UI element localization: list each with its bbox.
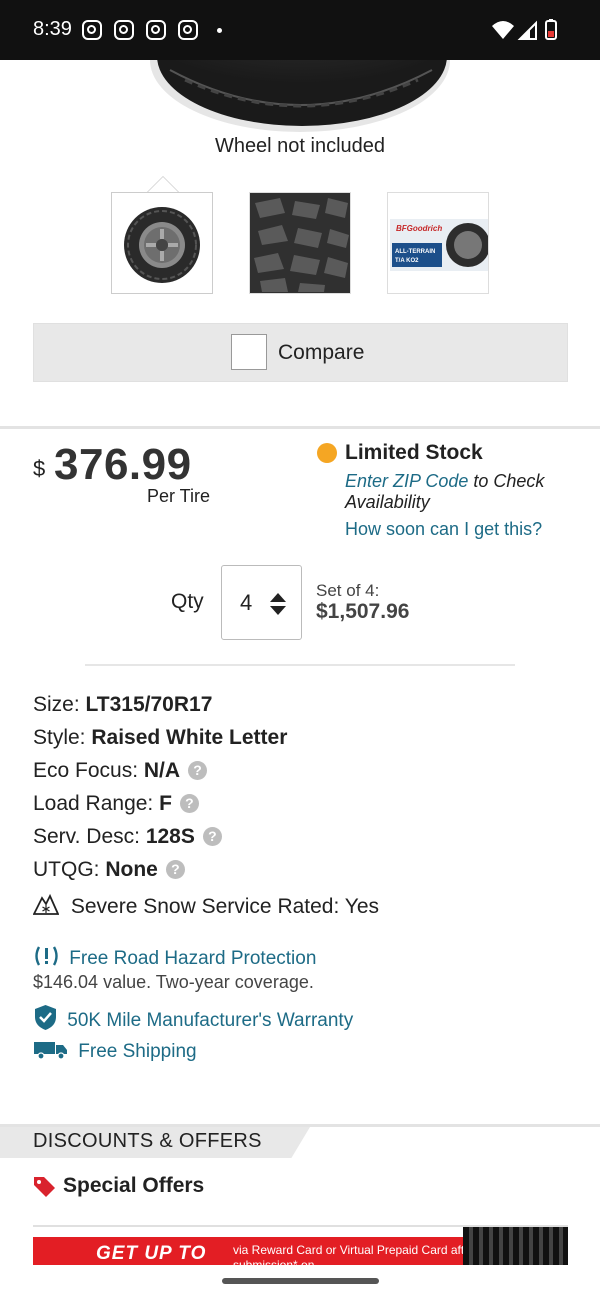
shipping-benefit[interactable]: Free Shipping (33, 1040, 197, 1063)
help-icon[interactable]: ? (202, 827, 222, 846)
how-soon-link[interactable]: How soon can I get this? (345, 519, 542, 540)
zip-availability-text: Enter ZIP Code to Check Availability (345, 471, 575, 513)
price-amount: 376.99 (54, 440, 192, 489)
help-icon[interactable]: ? (179, 794, 199, 813)
status-time: 8:39 (33, 18, 72, 40)
status-bar: 8:39 (0, 0, 600, 60)
spec-label: Load Range: (33, 792, 160, 815)
compare-checkbox[interactable] (231, 334, 267, 370)
spec-snow-rating: Severe Snow Service Rated: Yes (32, 892, 380, 919)
instagram-icon (178, 20, 198, 40)
system-status-icons (492, 19, 557, 40)
spec-size: Size: LT315/70R17 (33, 693, 212, 717)
spec-label: Serv. Desc: (33, 825, 146, 848)
instagram-icon (82, 20, 102, 40)
instagram-icon (146, 20, 166, 40)
compare-label: Compare (278, 341, 365, 364)
spec-value: LT315/70R17 (85, 693, 213, 716)
compare-toggle[interactable]: Compare (33, 323, 568, 382)
price-tag-icon (34, 1177, 55, 1197)
caret-down-icon (270, 606, 286, 615)
road-hazard-benefit[interactable]: Free Road Hazard Protection (33, 945, 316, 970)
wifi-icon (492, 21, 514, 39)
price-divider (85, 664, 515, 666)
road-hazard-value: $146.04 value. Two-year coverage. (33, 972, 314, 992)
quantity-select[interactable]: 4 (221, 565, 302, 640)
section-divider (0, 426, 600, 429)
caret-up-icon (270, 593, 286, 602)
spec-value: Raised White Letter (91, 726, 288, 749)
instagram-icon (114, 20, 134, 40)
home-gesture-bar[interactable] (222, 1278, 379, 1284)
limited-stock-dot-icon (317, 443, 337, 463)
svg-text:ALL-TERRAIN: ALL-TERRAIN (395, 249, 435, 255)
spec-value: None (105, 858, 158, 881)
set-total-price: $1,507.96 (316, 600, 410, 623)
warranty-benefit[interactable]: 50K Mile Manufacturer's Warranty (33, 1004, 353, 1032)
spec-value: 128S (145, 825, 195, 848)
help-icon[interactable]: ? (165, 860, 185, 879)
thumbnail-tire-side-view[interactable] (111, 192, 213, 294)
set-label: Set of 4: (316, 581, 380, 600)
road-hazard-icon (35, 946, 58, 966)
svg-text:T/A KO2: T/A KO2 (395, 258, 419, 264)
price-currency: $ (33, 456, 46, 481)
spec-label: Size: (33, 693, 86, 716)
promo-tire-image (463, 1227, 568, 1265)
selected-thumbnail-pointer (146, 176, 180, 193)
spec-utqg: UTQG: None? (33, 858, 185, 882)
wheel-not-included-caption: Wheel not included (214, 135, 386, 157)
spec-label: Eco Focus: (33, 759, 144, 782)
thumbnail-brand-banner[interactable]: BFGoodrich ALL-TERRAIN T/A KO2 (387, 192, 489, 294)
spec-label: Style: (33, 726, 92, 749)
quantity-value: 4 (240, 590, 253, 615)
discounts-divider (0, 1124, 600, 1127)
warranty-label: 50K Mile Manufacturer's Warranty (67, 1010, 354, 1031)
spec-value: N/A (143, 759, 181, 782)
shield-check-icon (35, 1005, 56, 1030)
spec-style: Style: Raised White Letter (33, 726, 287, 750)
spec-label: UTQG: (33, 858, 106, 881)
shipping-label: Free Shipping (78, 1041, 197, 1062)
enter-zip-link[interactable]: Enter ZIP Code (345, 471, 468, 491)
snow-rating-label: Severe Snow Service Rated: Yes (70, 895, 380, 918)
special-offers-heading: Special Offers (63, 1174, 205, 1197)
road-hazard-label: Free Road Hazard Protection (69, 948, 317, 969)
thumbnail-tread-close-up[interactable] (249, 192, 351, 294)
spec-load-range: Load Range: F? (33, 792, 199, 816)
spec-eco-focus: Eco Focus: N/A? (33, 759, 208, 783)
qty-label: Qty (171, 590, 204, 613)
stock-status: Limited Stock (345, 441, 483, 464)
product-hero-image[interactable] (0, 60, 600, 135)
discounts-section-title: DISCOUNTS & OFFERS (33, 1130, 262, 1152)
more-notifications-dot-icon (217, 28, 222, 33)
promo-headline: GET UP TO (96, 1243, 207, 1264)
spec-value: F (159, 792, 172, 815)
mountain-snowflake-icon (32, 893, 60, 915)
svg-text:BFGoodrich: BFGoodrich (396, 224, 442, 233)
help-icon[interactable]: ? (188, 761, 208, 780)
truck-icon (34, 1042, 67, 1060)
spec-service-description: Serv. Desc: 128S? (33, 825, 222, 849)
price-unit: Per Tire (147, 486, 211, 506)
promo-banner[interactable]: GET UP TO via Reward Card or Virtual Pre… (33, 1225, 568, 1265)
